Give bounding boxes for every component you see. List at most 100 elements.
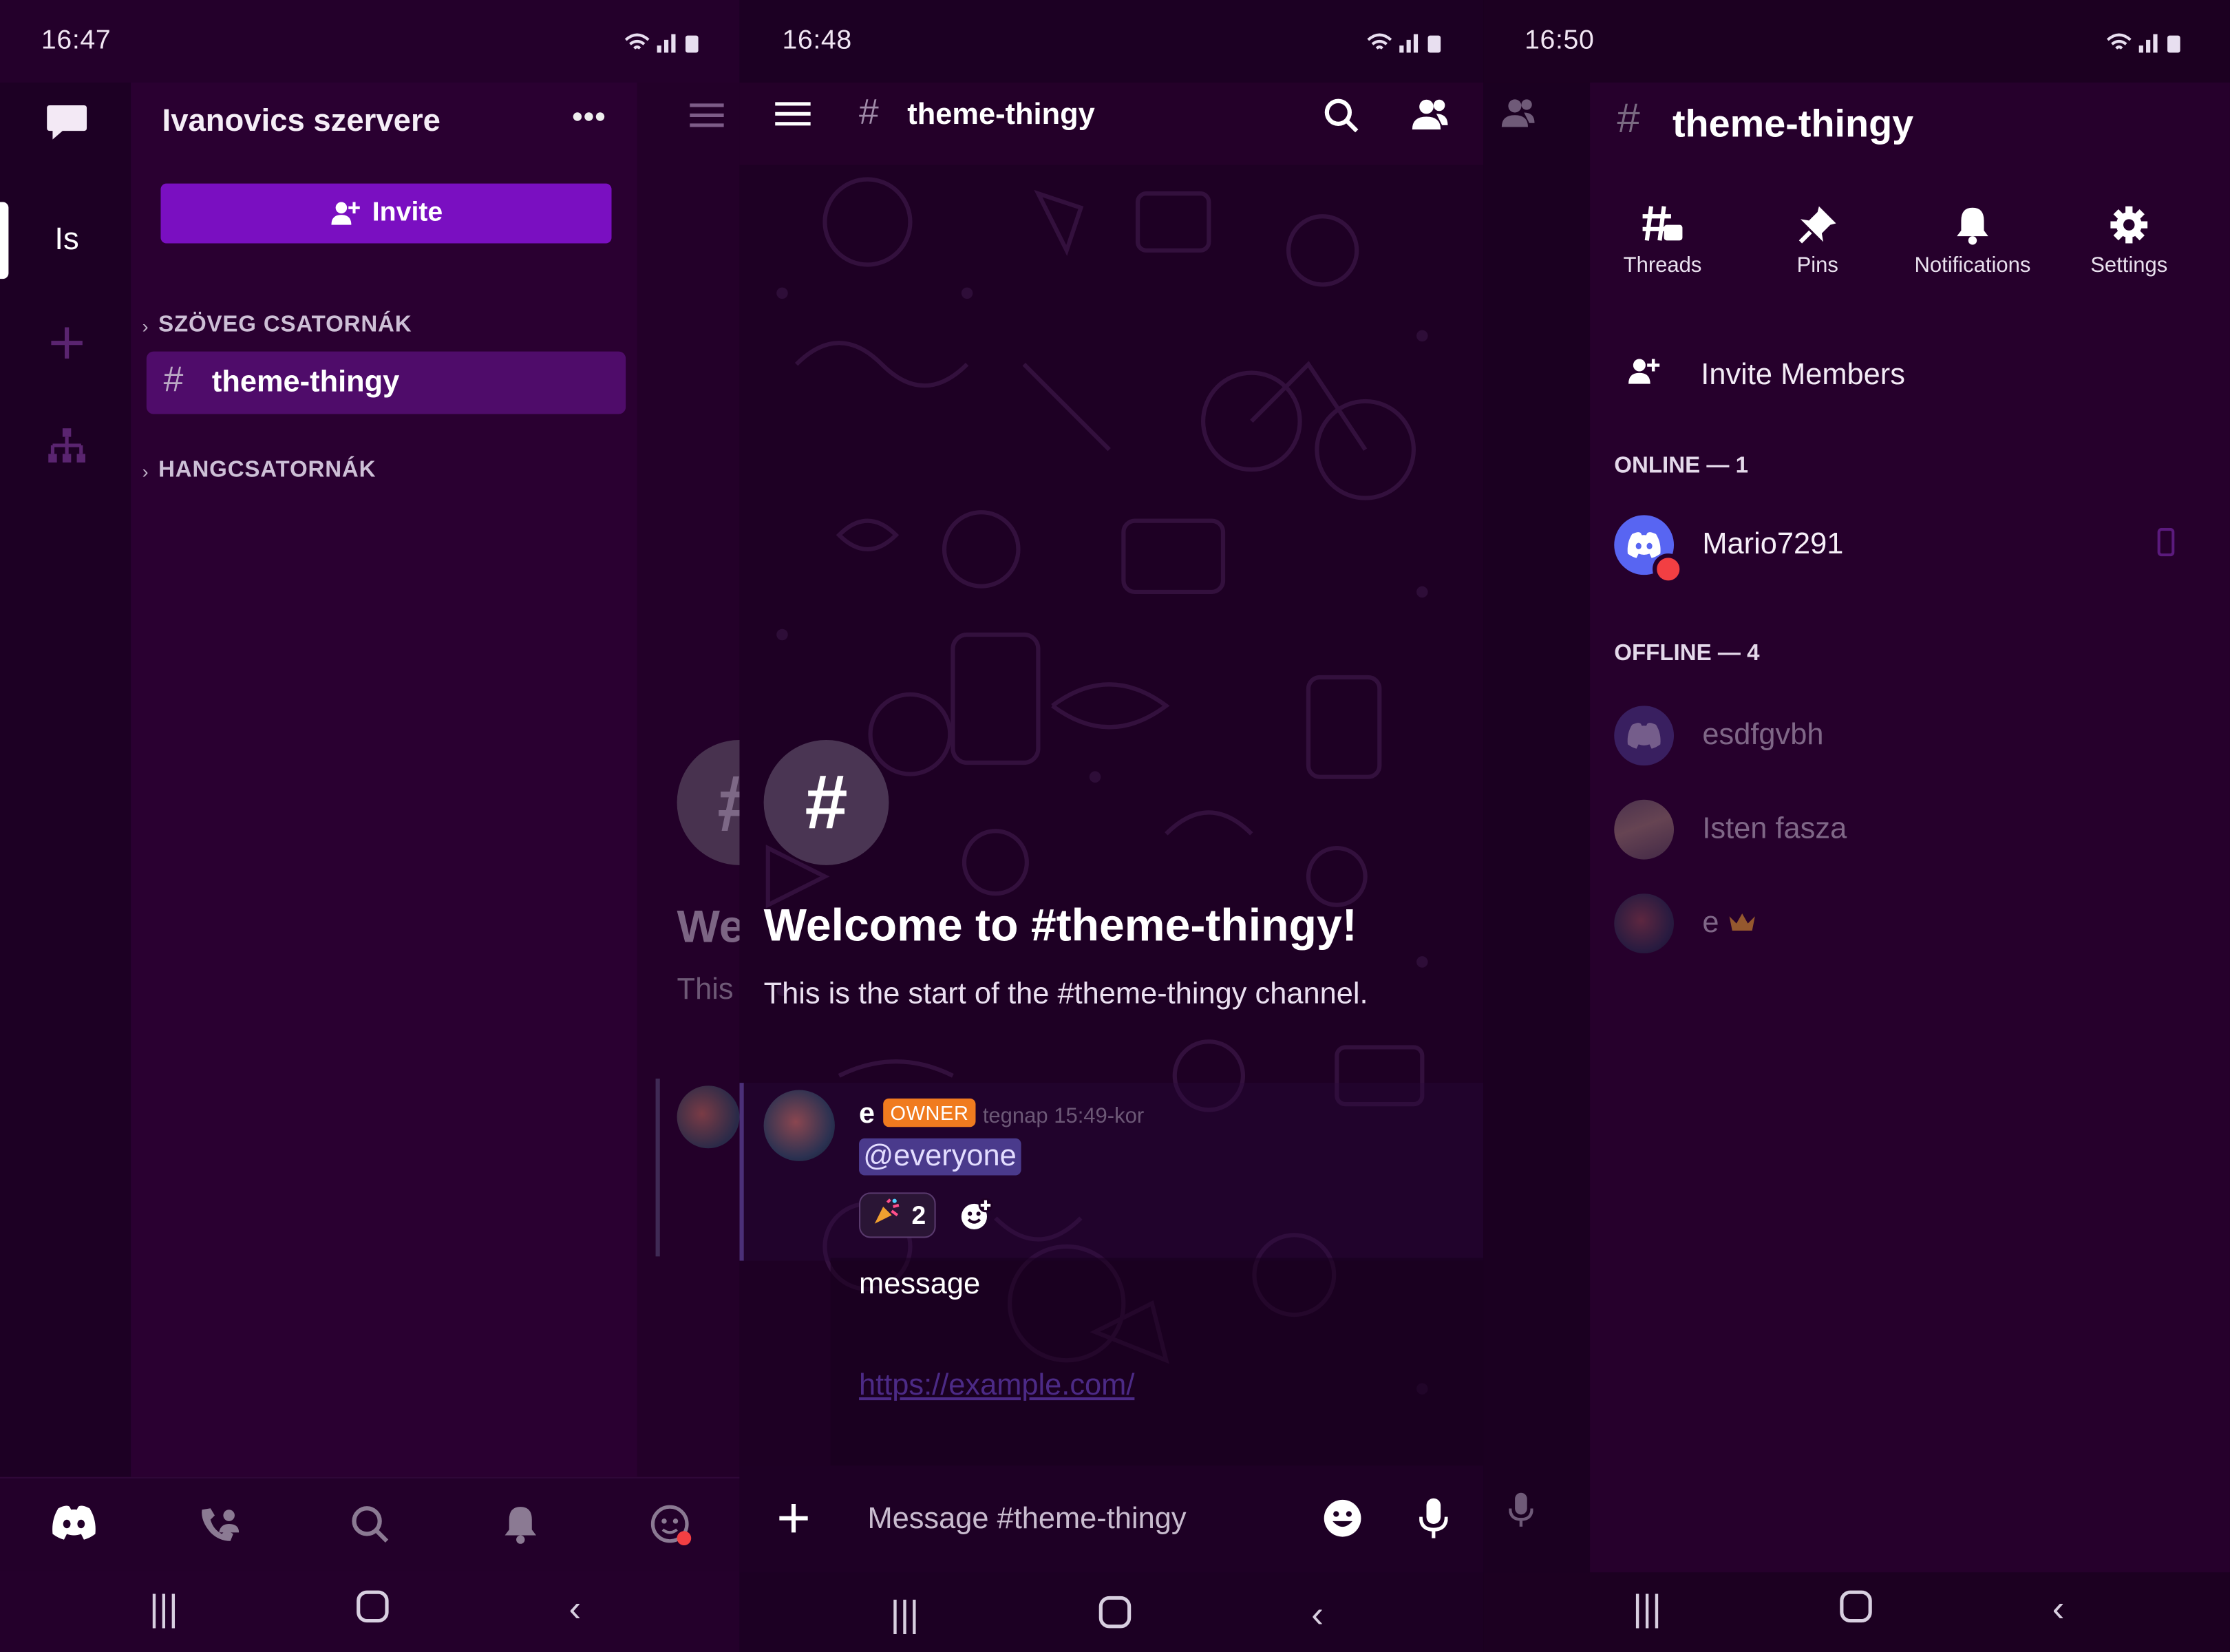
category-label: SZÖVEG CSATORNÁK: [158, 313, 412, 337]
recents-icon[interactable]: |||: [149, 1587, 178, 1631]
search-icon[interactable]: [350, 1504, 390, 1544]
mobile-status-icon: [2157, 527, 2175, 557]
crown-icon: [1728, 911, 1756, 940]
threads-label: Threads: [1623, 253, 1702, 278]
notifications-label: Notifications: [1914, 253, 2031, 278]
threads-button[interactable]: Threads: [1584, 205, 1741, 277]
back-icon[interactable]: ‹: [569, 1587, 582, 1631]
message-timestamp: tegnap 15:49-kor: [982, 1104, 1145, 1129]
add-reaction-icon[interactable]: [959, 1198, 993, 1233]
channel-name: theme-thingy: [211, 366, 400, 399]
microphone-icon[interactable]: [1419, 1497, 1448, 1540]
back-icon[interactable]: ‹: [2052, 1587, 2065, 1631]
category-label: HANGCSATORNÁK: [158, 458, 376, 483]
dimmed-chat-edge: [1483, 82, 1591, 1573]
server-name[interactable]: Ivanovics szervere: [162, 103, 440, 140]
recents-icon[interactable]: |||: [891, 1592, 920, 1636]
chat-header: # theme-thingy: [739, 82, 1484, 165]
friends-icon[interactable]: [199, 1504, 242, 1544]
reaction-count: 2: [911, 1200, 926, 1229]
member-name: Isten fasza: [1702, 812, 1847, 845]
status-bar: 16:50: [1483, 0, 2230, 83]
avatar: [1614, 799, 1675, 860]
channel-sidebar: Ivanovics szervere Invite › SZÖVEG CSATO…: [131, 82, 637, 1477]
pins-button[interactable]: Pins: [1739, 205, 1895, 277]
channel-item-theme-thingy[interactable]: # theme-thingy: [146, 351, 626, 414]
mention-bar: [739, 1083, 744, 1261]
invite-members-label: Invite Members: [1701, 358, 1905, 392]
android-nav-bar: ||| ‹: [0, 1569, 739, 1652]
invite-members-row[interactable]: Invite Members: [1590, 339, 2230, 412]
invite-label: Invite: [372, 198, 443, 228]
welcome-title: Welcome to #theme-thingy!: [763, 899, 1357, 951]
chat-channel-name[interactable]: theme-thingy: [907, 98, 1094, 133]
ellipsis-icon[interactable]: [572, 111, 606, 123]
recents-icon[interactable]: |||: [1633, 1587, 1661, 1631]
member-row-e[interactable]: e: [1590, 888, 2230, 962]
hamburger-icon[interactable]: [690, 103, 724, 128]
hash-icon: #: [859, 92, 879, 133]
microphone-icon[interactable]: [1509, 1491, 1533, 1528]
channel-info-sheet: # theme-thingy Threads Pins Notification…: [1590, 82, 2230, 1573]
chevron-right-icon: ›: [142, 315, 149, 337]
chat-bubble-icon[interactable]: [45, 103, 88, 142]
search-icon[interactable]: [1323, 97, 1360, 134]
reaction-party[interactable]: 2: [859, 1192, 936, 1238]
pins-label: Pins: [1796, 253, 1838, 278]
add-person-icon: [330, 199, 361, 227]
home-icon[interactable]: [1839, 1589, 1873, 1633]
status-icons: [2105, 31, 2187, 58]
status-time: 16:50: [1525, 25, 1595, 56]
three-screen-collage: 16:47 Is Ivanovics szervere Invite › SZÖ…: [0, 0, 2230, 1652]
peek-divider: [655, 1078, 660, 1257]
message-composer: Message #theme-thingy: [739, 1465, 1484, 1573]
member-name: esdfgvbh: [1702, 718, 1824, 752]
member-row-mario7291[interactable]: Mario7291: [1590, 509, 2230, 585]
home-icon[interactable]: [356, 1589, 390, 1633]
notifications-button[interactable]: Notifications: [1894, 205, 2050, 277]
bell-icon: [1894, 205, 2050, 245]
member-name: e: [1702, 906, 1719, 940]
message-input[interactable]: Message #theme-thingy: [867, 1503, 1186, 1537]
message-link[interactable]: https://example.com/: [859, 1369, 1134, 1404]
home-icon[interactable]: [1098, 1595, 1132, 1639]
plus-icon[interactable]: [48, 324, 85, 361]
chevron-right-icon: ›: [142, 460, 149, 482]
status-time: 16:47: [41, 25, 111, 56]
members-icon[interactable]: [1498, 97, 1538, 131]
plus-icon[interactable]: [778, 1503, 809, 1534]
avatar[interactable]: [763, 1090, 835, 1161]
screen-server-sidebar: 16:47 Is Ivanovics szervere Invite › SZÖ…: [0, 0, 740, 1652]
peek-avatar: [677, 1086, 740, 1149]
category-text-channels[interactable]: › SZÖVEG CSATORNÁK: [142, 313, 412, 339]
member-row-isten-fasza[interactable]: Isten fasza: [1590, 794, 2230, 867]
selected-server-indicator: [0, 202, 9, 279]
hamburger-icon[interactable]: [775, 101, 811, 127]
server-icon-is[interactable]: Is: [33, 202, 101, 276]
category-voice-channels[interactable]: › HANGCSATORNÁK: [142, 458, 376, 484]
bell-icon[interactable]: [503, 1504, 538, 1544]
status-time: 16:48: [782, 25, 852, 56]
peek-welcome: We: [677, 900, 740, 952]
bottom-tab-bar: [0, 1476, 740, 1571]
members-icon[interactable]: [1408, 97, 1451, 134]
hierarchy-icon[interactable]: [47, 427, 87, 467]
status-bar: 16:47: [0, 0, 739, 83]
back-icon[interactable]: ‹: [1311, 1592, 1324, 1636]
emoji-icon[interactable]: [1323, 1499, 1363, 1538]
avatar: [1614, 893, 1675, 954]
hash-icon: #: [163, 360, 184, 400]
message-author[interactable]: e: [859, 1099, 875, 1132]
settings-label: Settings: [2090, 253, 2168, 278]
android-nav-bar: ||| ‹: [739, 1569, 1483, 1652]
add-person-icon: [1627, 356, 1661, 387]
discord-icon[interactable]: [50, 1504, 98, 1541]
settings-button[interactable]: Settings: [2051, 205, 2207, 277]
hash-icon: #: [1617, 96, 1640, 142]
invite-button[interactable]: Invite: [160, 183, 612, 244]
channel-title: theme-thingy: [1672, 102, 1914, 145]
mention-everyone[interactable]: @everyone: [859, 1138, 1021, 1176]
dnd-status-icon: [1653, 553, 1684, 585]
member-row-esdfgvbh[interactable]: esdfgvbh: [1590, 700, 2230, 774]
profile-icon[interactable]: [650, 1504, 692, 1547]
